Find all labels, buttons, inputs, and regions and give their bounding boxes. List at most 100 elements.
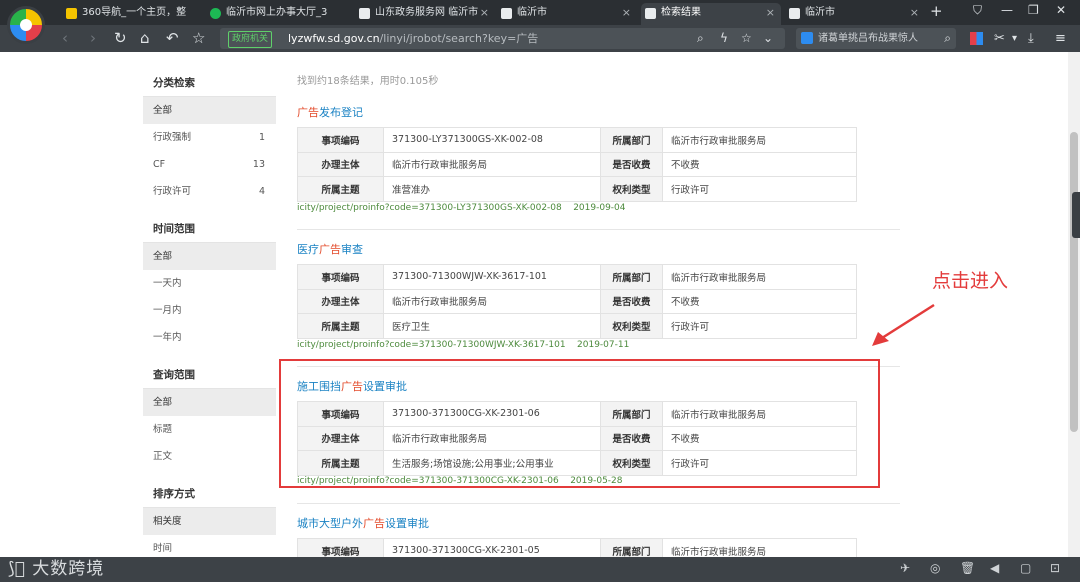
tab-title: 360导航_一个主页，整 xyxy=(82,7,187,18)
filter-item-title[interactable]: 标题 xyxy=(143,416,276,443)
minimize-icon[interactable]: — xyxy=(1001,3,1013,17)
close-icon[interactable]: × xyxy=(766,3,775,23)
back-icon[interactable]: ‹ xyxy=(62,28,68,48)
zoom-icon[interactable]: ⊡ xyxy=(1050,561,1060,575)
result-item: 广告发布登记 事项编码 371300-LY371300GS-XK-002-08 所属… xyxy=(297,104,900,216)
scissors-icon[interactable]: ✂ xyxy=(994,30,1005,47)
sort-item-time[interactable]: 时间 xyxy=(143,535,276,557)
field-value: 准营准办 xyxy=(383,176,601,202)
forward-icon[interactable]: › xyxy=(90,28,96,48)
search-icon[interactable]: ⌕ xyxy=(697,28,704,49)
filter-item-cf[interactable]: CF 13 xyxy=(143,151,276,178)
rocket-icon[interactable]: ✈ xyxy=(900,561,910,575)
annotation-highlight-box xyxy=(279,359,880,488)
close-icon[interactable]: × xyxy=(910,3,919,23)
360-browser-logo[interactable] xyxy=(7,6,45,44)
filter-item-one-day[interactable]: 一天内 xyxy=(143,270,276,297)
field-label: 所属主题 xyxy=(297,313,384,339)
table-row: 事项编码 371300-371300CG-XK-2301-05 所属部门 临沂市行政审… xyxy=(297,538,857,557)
restore-icon[interactable]: ❐ xyxy=(1028,3,1039,17)
url-domain: lyzwfw.sd.gov.cn xyxy=(288,32,380,45)
table-row: 办理主体 临沂市行政审批服务局 是否收费 不收费 xyxy=(297,288,857,314)
filter-item-body[interactable]: 正文 xyxy=(143,443,276,470)
filter-item-admin-enforcement[interactable]: 行政强制 1 xyxy=(143,124,276,151)
tab-title: 山东政务服务网 临沂市 xyxy=(375,7,479,18)
window-icon[interactable]: ▢ xyxy=(1020,561,1031,575)
result-url[interactable]: icity/project/proinfo?code=371300-LY3713… xyxy=(297,203,626,213)
page-favicon-icon xyxy=(645,8,656,19)
vertical-scrollbar[interactable] xyxy=(1068,52,1080,557)
360-favicon-icon xyxy=(66,8,77,19)
close-window-icon[interactable]: ✕ xyxy=(1056,3,1066,17)
title-text: 医疗 xyxy=(297,243,319,256)
field-value: 行政许可 xyxy=(662,176,857,202)
filter-item-scope-all[interactable]: 全部 xyxy=(143,389,276,416)
menu-icon[interactable]: ≡ xyxy=(1055,30,1066,47)
field-label: 所属部门 xyxy=(600,264,663,290)
tab-linyi[interactable]: 临沂市 × xyxy=(497,3,637,25)
field-label: 所属部门 xyxy=(600,538,663,557)
scroll-thumb[interactable] xyxy=(1070,132,1078,432)
filter-item-admin-license[interactable]: 行政许可 4 xyxy=(143,178,276,205)
undo-icon[interactable]: ↶ xyxy=(166,28,179,48)
page-content: 分类检索 全部 行政强制 1 CF 13 行政许可 4 时间范围 全部 一天内 一月内… xyxy=(0,52,1068,557)
home-icon[interactable]: ⌂ xyxy=(140,28,150,48)
chevron-down-icon[interactable]: ⌄ xyxy=(763,28,773,49)
filter-label: CF xyxy=(153,159,166,170)
new-tab-button[interactable]: + xyxy=(930,2,943,20)
close-icon[interactable]: × xyxy=(622,3,631,23)
field-value: 行政许可 xyxy=(662,313,857,339)
filter-label: 全部 xyxy=(153,105,173,116)
result-title-link[interactable]: 广告发布登记 xyxy=(297,104,900,122)
side-search-box[interactable]: 诸葛单挑吕布战果惊人 ⌕ xyxy=(796,28,956,49)
table-row: 办理主体 临沂市行政审批服务局 是否收费 不收费 xyxy=(297,151,857,177)
filter-section-time: 时间范围 全部 一天内 一月内 一年内 xyxy=(143,216,276,351)
result-url[interactable]: icity/project/proinfo?code=371300-71300W… xyxy=(297,340,629,350)
tab-linyi-online-hall[interactable]: 临沂市网上办事大厅_3 xyxy=(206,3,351,25)
result-date: 2019-07-11 xyxy=(577,340,630,350)
tab-search-results[interactable]: 检索结果 × xyxy=(641,3,781,25)
watermark-logo: ⟆⃝ 大数跨境 xyxy=(8,559,105,579)
favorite-star-icon[interactable]: ☆ xyxy=(192,28,205,48)
search-icon[interactable]: ⌕ xyxy=(944,28,951,49)
result-title-link[interactable]: 医疗广告审查 xyxy=(297,241,900,259)
refresh-circle-icon[interactable]: ◎ xyxy=(930,561,940,575)
result-info-table: 事项编码 371300-371300CG-XK-2301-05 所属部门 临沂市行政审… xyxy=(297,538,857,557)
download-icon[interactable]: ⤓ xyxy=(1028,30,1034,47)
refresh-icon[interactable]: ↻ xyxy=(114,28,127,48)
filter-item-time-all[interactable]: 全部 xyxy=(143,243,276,270)
apps-grid-icon[interactable] xyxy=(970,32,983,45)
trash-icon[interactable]: 🗑︎ xyxy=(960,561,975,575)
speaker-icon[interactable]: ◀ xyxy=(990,561,999,575)
side-grip-handle[interactable] xyxy=(1072,192,1080,238)
address-url[interactable]: lyzwfw.sd.gov.cn/linyi/jrobot/search?key… xyxy=(288,28,538,49)
tab-360-nav[interactable]: 360导航_一个主页，整 xyxy=(62,3,202,25)
url-path: /linyi/jrobot/search?key=广告 xyxy=(379,32,539,45)
site-favicon-icon xyxy=(210,8,221,19)
field-label: 所属部门 xyxy=(600,127,663,153)
shirt-skin-icon[interactable]: ⛉ xyxy=(973,3,982,18)
field-label: 事项编码 xyxy=(297,264,384,290)
field-value: 临沂市行政审批服务局 xyxy=(662,127,857,153)
filter-item-one-year[interactable]: 一年内 xyxy=(143,324,276,351)
title-text: 审查 xyxy=(341,243,363,256)
filter-item-all[interactable]: 全部 xyxy=(143,97,276,124)
filter-count: 13 xyxy=(252,159,265,170)
gov-verified-badge: 政府机关 xyxy=(228,31,273,48)
page-favicon-icon xyxy=(501,8,512,19)
sort-item-relevance[interactable]: 相关度 xyxy=(143,508,276,535)
filter-label: 一月内 xyxy=(153,305,182,316)
close-icon[interactable]: × xyxy=(480,3,489,23)
result-info-table: 事项编码 371300-LY371300GS-XK-002-08 所属部门 临沂市行政… xyxy=(297,127,857,202)
tab-linyi-2[interactable]: 临沂市 × xyxy=(785,3,925,25)
bookmark-star-icon[interactable]: ☆ xyxy=(741,28,752,49)
chevron-down-icon[interactable]: ▾ xyxy=(1012,30,1017,47)
tab-shandong-service[interactable]: 山东政务服务网 临沂市 × xyxy=(355,3,495,25)
address-bar[interactable]: 政府机关 lyzwfw.sd.gov.cn/linyi/jrobot/searc… xyxy=(220,28,785,49)
page-favicon-icon xyxy=(359,8,370,19)
filter-item-one-month[interactable]: 一月内 xyxy=(143,297,276,324)
table-row: 事项编码 371300-71300WJW-XK-3617-101 所属部门 临沂市行政… xyxy=(297,264,857,290)
result-title-link[interactable]: 城市大型户外广告设置审批 xyxy=(297,515,900,533)
status-bar: ⟆⃝ 大数跨境 ✈ ◎ 🗑︎ ◀ ▢ ⊡ xyxy=(0,557,1080,582)
lightning-icon[interactable]: ϟ xyxy=(720,28,728,49)
